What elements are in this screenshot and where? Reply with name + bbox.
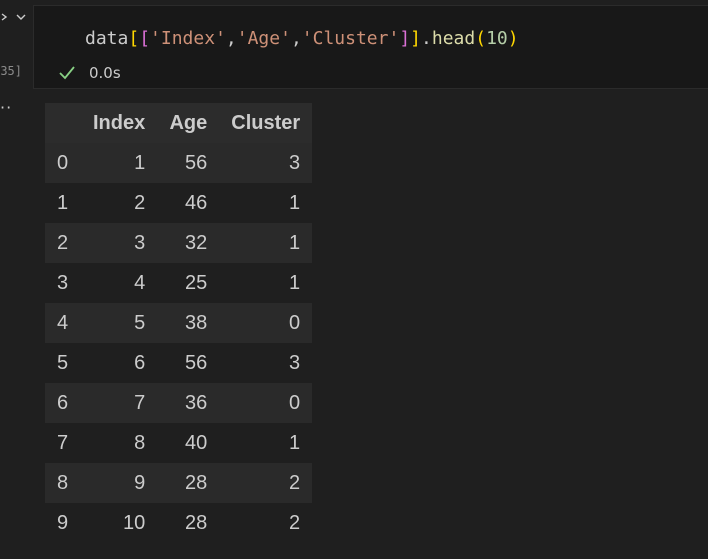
output-dataframe-table: Index Age Cluster 0 1 56 3 1 2 46 1 2 3 …	[45, 103, 313, 543]
table-row: 4 5 38 0	[45, 303, 313, 343]
row-index: 5	[45, 343, 81, 383]
table-cell: 9	[81, 463, 158, 503]
table-row: 8 9 28 2	[45, 463, 313, 503]
cell-gutter-toolbar	[0, 12, 26, 22]
code-token-paren: )	[507, 28, 519, 49]
table-cell: 8	[81, 423, 158, 463]
table-cell: 40	[157, 423, 220, 463]
chevron-right-icon[interactable]	[0, 12, 10, 22]
table-row: 6 7 36 0	[45, 383, 313, 423]
code-token-paren: (	[475, 28, 487, 49]
table-row: 7 8 40 1	[45, 423, 313, 463]
table-cell: 10	[81, 503, 158, 543]
table-row: 0 1 56 3	[45, 143, 313, 183]
code-token-number: 10	[486, 28, 508, 49]
header-cell-age: Age	[157, 103, 220, 143]
table-cell: 1	[81, 143, 158, 183]
row-index: 8	[45, 463, 81, 503]
code-token-bracket: ]	[410, 28, 422, 49]
table-cell: 3	[219, 143, 313, 183]
code-token-variable: data	[85, 28, 129, 49]
table-cell: 6	[81, 343, 158, 383]
row-index: 0	[45, 143, 81, 183]
header-cell-index	[45, 103, 81, 143]
table-cell: 3	[81, 223, 158, 263]
cell-status: 0.0s	[57, 63, 121, 83]
table-row: 3 4 25 1	[45, 263, 313, 303]
header-cell-index-column: Index	[81, 103, 158, 143]
table-cell: 2	[219, 503, 313, 543]
table-cell: 1	[219, 223, 313, 263]
code-token-string: 'Index'	[150, 28, 226, 49]
table-cell: 36	[157, 383, 220, 423]
row-index: 6	[45, 383, 81, 423]
table-cell: 3	[219, 343, 313, 383]
table-row: 5 6 56 3	[45, 343, 313, 383]
row-index: 7	[45, 423, 81, 463]
code-token-bracket: [	[128, 28, 140, 49]
code-token-bracket: [	[139, 28, 151, 49]
table-cell: 1	[219, 183, 313, 223]
row-index: 4	[45, 303, 81, 343]
code-token-comma: ,	[225, 28, 237, 49]
chevron-down-icon[interactable]	[16, 12, 26, 22]
table-cell: 28	[157, 463, 220, 503]
row-index: 2	[45, 223, 81, 263]
table-cell: 38	[157, 303, 220, 343]
execution-duration: 0.0s	[89, 64, 121, 82]
output-more-actions-icon[interactable]: ··	[0, 100, 12, 116]
code-line[interactable]: data[['Index','Age','Cluster']].head(10)	[85, 28, 519, 49]
table-row: 2 3 32 1	[45, 223, 313, 263]
table-cell: 25	[157, 263, 220, 303]
table-cell: 5	[81, 303, 158, 343]
table-row: 1 2 46 1	[45, 183, 313, 223]
code-token-function: head	[431, 28, 476, 49]
table-cell: 56	[157, 343, 220, 383]
table-cell: 0	[219, 303, 313, 343]
row-index: 9	[45, 503, 81, 543]
table-cell: 7	[81, 383, 158, 423]
code-token-comma: ,	[290, 28, 302, 49]
notebook-view: 35] ·· data[['Index','Age','Cluster']].h…	[0, 0, 708, 559]
table-cell: 2	[219, 463, 313, 503]
table-cell: 56	[157, 143, 220, 183]
row-index: 1	[45, 183, 81, 223]
table-cell: 0	[219, 383, 313, 423]
table-cell: 1	[219, 423, 313, 463]
code-token-string: 'Age'	[236, 28, 291, 49]
header-cell-cluster: Cluster	[219, 103, 313, 143]
execution-count: 35]	[0, 64, 22, 78]
table-header-row: Index Age Cluster	[45, 103, 313, 143]
table-cell: 32	[157, 223, 220, 263]
table-row: 9 10 28 2	[45, 503, 313, 543]
code-cell[interactable]: data[['Index','Age','Cluster']].head(10)…	[33, 5, 708, 89]
table-cell: 4	[81, 263, 158, 303]
table-cell: 2	[81, 183, 158, 223]
code-token-bracket: ]	[399, 28, 411, 49]
table-cell: 46	[157, 183, 220, 223]
row-index: 3	[45, 263, 81, 303]
code-token-string: 'Cluster'	[301, 28, 400, 49]
code-token-dot: .	[421, 28, 432, 49]
table-cell: 28	[157, 503, 220, 543]
table-cell: 1	[219, 263, 313, 303]
check-icon	[59, 66, 75, 80]
